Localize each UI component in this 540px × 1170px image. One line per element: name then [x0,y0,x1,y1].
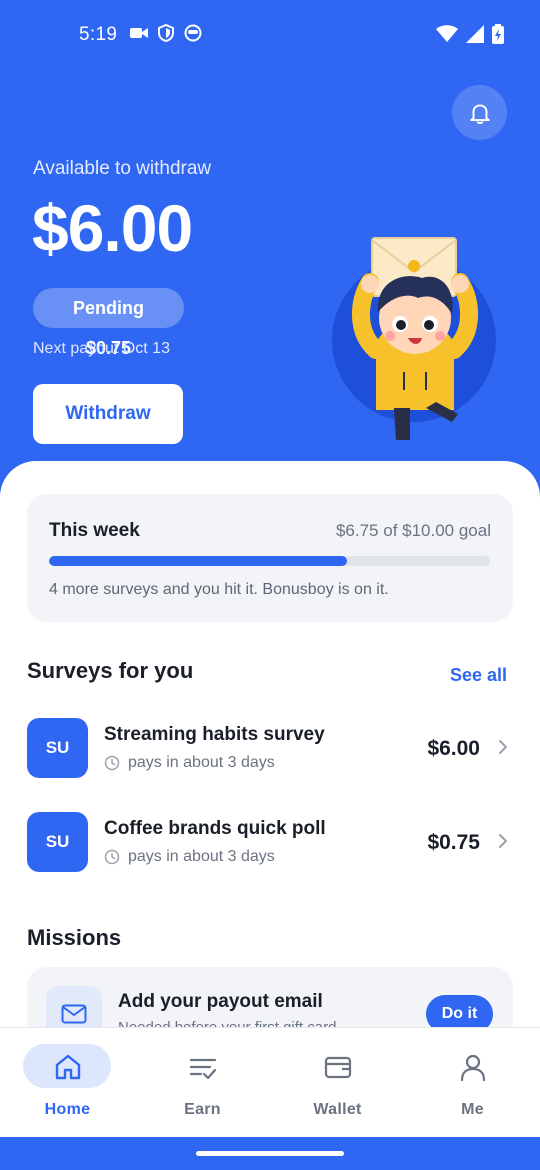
available-label: Available to withdraw [33,158,212,179]
see-all-link[interactable]: See all [450,665,507,686]
survey-meta-text: pays in about 3 days [128,848,275,865]
survey-meta-text: pays in about 3 days [128,754,275,771]
mission-title: Add your payout email [118,991,323,1012]
bell-icon [469,103,490,124]
survey-meta: pays in about 3 days [104,754,275,772]
notifications-button[interactable] [452,85,507,140]
nav-item-home[interactable]: Home [0,1028,135,1138]
chevron-right-icon [499,834,507,848]
missions-section-title: Missions [27,925,122,950]
survey-item[interactable]: SU Streaming habits survey pays in about… [27,718,513,778]
survey-item[interactable]: SU Coffee brands quick poll pays in abou… [27,812,513,872]
withdraw-button[interactable]: Withdraw [33,384,183,444]
goal-progress-fill [49,556,347,566]
chevron-right-icon [499,740,507,754]
status-left-icons [130,24,202,42]
goal-progress-bar [49,556,490,566]
survey-meta: pays in about 3 days [104,848,275,866]
surveys-section-title: Surveys for you [27,658,194,683]
gesture-handle[interactable] [196,1151,344,1156]
clock-icon [104,755,120,771]
content-sheet: This week $6.75 of $10.00 goal 4 more su… [0,461,540,1027]
signal-icon [466,25,484,43]
video-camera-icon [130,28,148,38]
do-it-button[interactable]: Do it [426,995,493,1027]
status-right-icons [436,24,504,44]
mail-icon [61,1004,87,1024]
wifi-icon [436,25,458,42]
person-icon [460,1054,485,1082]
battery-charging-icon [492,24,504,44]
clock-icon [104,849,120,865]
survey-price: $0.75 [427,831,480,854]
face-icon [184,24,202,42]
nav-item-earn[interactable]: Earn [135,1028,270,1138]
goal-note: 4 more surveys and you hit it. Bonusboy … [49,581,389,598]
wallet-icon [324,1056,351,1079]
shield-icon [158,24,174,42]
survey-badge: SU [27,812,88,872]
gesture-bar [0,1137,540,1170]
goal-progress-text: $6.75 of $10.00 goal [335,521,491,540]
status-bar: 5:19 [0,0,540,72]
home-icon [55,1054,80,1080]
survey-title: Streaming habits survey [104,724,325,745]
nav-item-wallet[interactable]: Wallet [270,1028,405,1138]
mission-item[interactable]: Add your payout email Needed before your… [27,967,513,1027]
mission-icon-box [46,986,102,1027]
nav-label: Me [461,1101,484,1118]
survey-title: Coffee brands quick poll [104,818,326,839]
nav-label: Home [44,1101,91,1118]
status-time: 5:19 [79,24,118,45]
pending-badge: Pending $0.75 [33,288,184,358]
balance-amount: $6.00 [32,191,193,265]
mission-description: Needed before your first gift card [118,1019,336,1027]
nav-item-me[interactable]: Me [405,1028,540,1138]
survey-badge: SU [27,718,88,778]
goal-title: This week [49,520,140,541]
list-check-icon [189,1058,216,1080]
nav-label: Wallet [313,1101,362,1118]
nav-label: Earn [184,1101,221,1118]
weekly-goal-card: This week $6.75 of $10.00 goal 4 more su… [27,494,513,622]
balance-hero: Available to withdraw $6.00 Pending $0.7… [0,72,540,472]
bottom-navigation: Home Earn Wallet Me [0,1027,540,1137]
next-payout-text: Next payout Oct 13 [33,340,170,357]
survey-price: $6.00 [427,737,480,760]
mascot-illustration [332,237,496,440]
